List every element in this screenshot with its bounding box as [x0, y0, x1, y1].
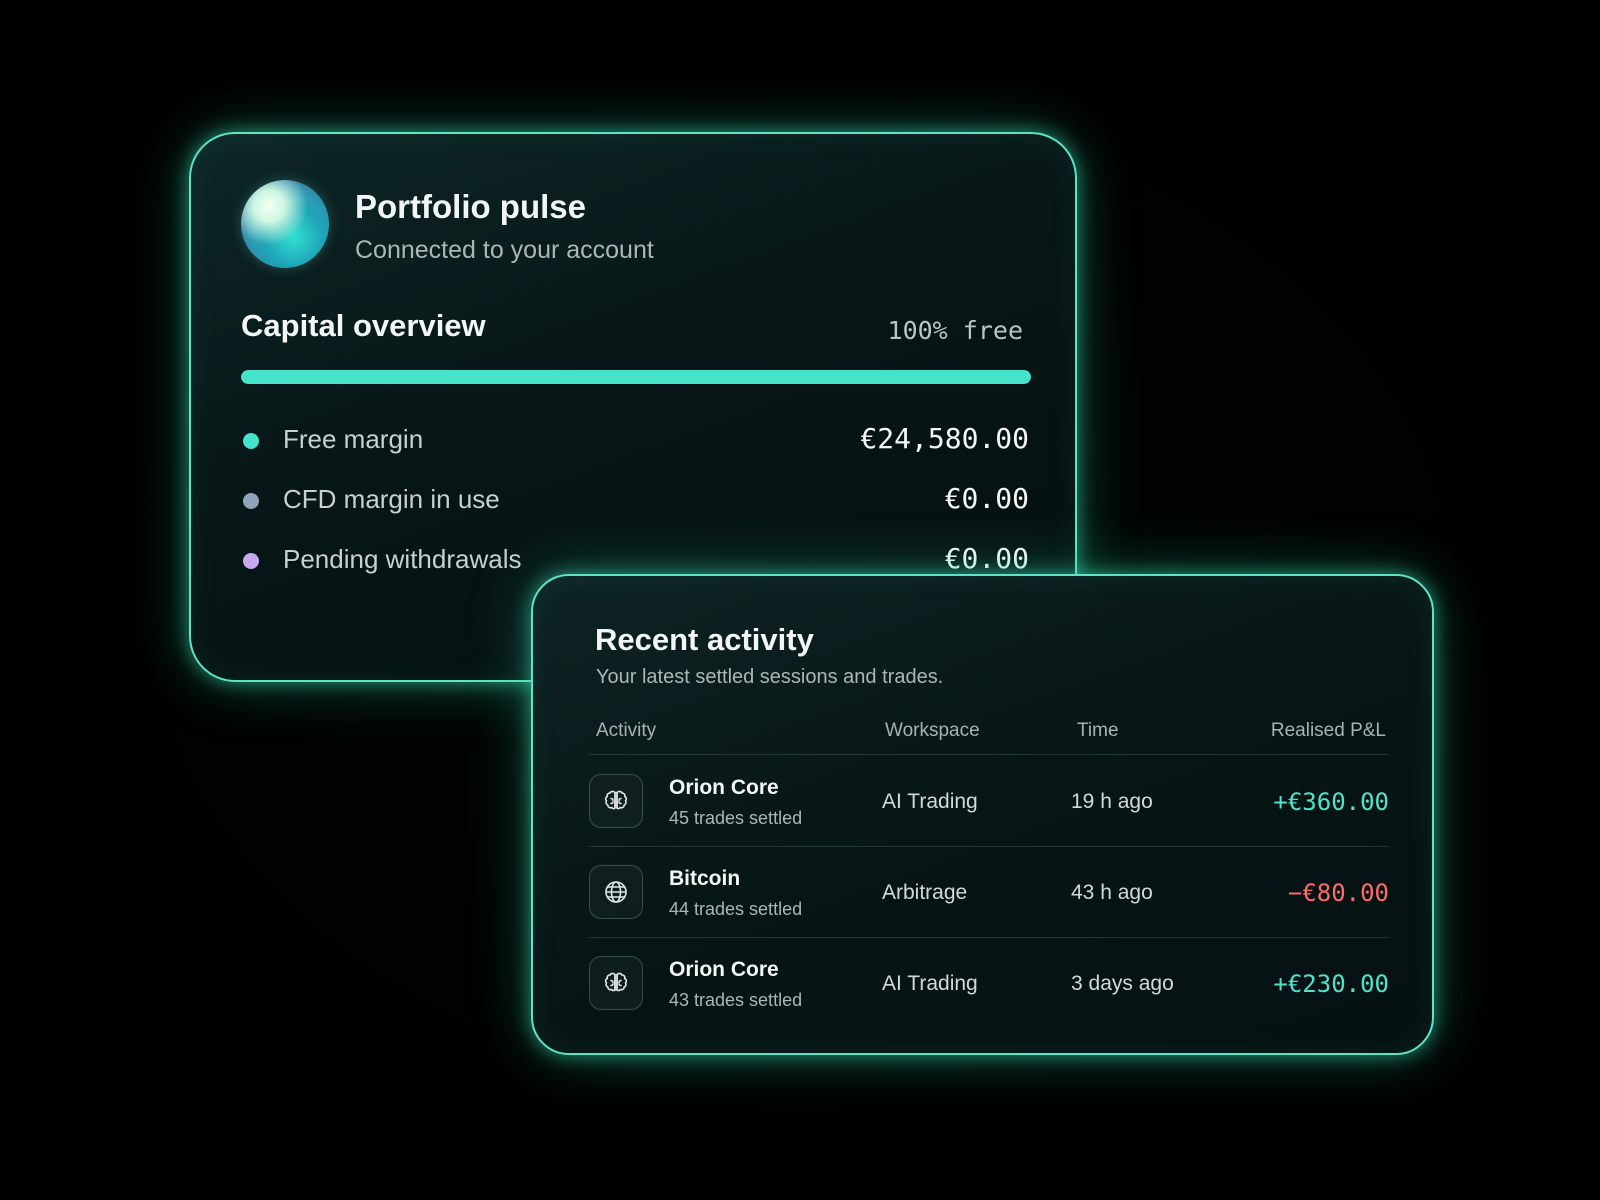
- activity-detail: 45 trades settled: [669, 808, 803, 828]
- brain-icon: [589, 774, 643, 828]
- free-margin-dot: [243, 433, 259, 449]
- activity-name: Orion Core: [669, 958, 779, 981]
- activity-workspace: AI Trading: [882, 972, 978, 995]
- activity-workspace: Arbitrage: [882, 881, 968, 904]
- globe-icon: [589, 865, 643, 919]
- portfolio-subtitle: Connected to your account: [355, 236, 654, 264]
- row-divider: [589, 754, 1389, 755]
- table-row[interactable]: Orion Core 43 trades settled AI Trading …: [589, 938, 1389, 1028]
- cfd-margin-dot: [243, 493, 259, 509]
- margin-value: €24,580.00: [860, 422, 1029, 455]
- margin-label: Pending withdrawals: [283, 544, 522, 574]
- portfolio-orb-avatar: [241, 180, 329, 268]
- margin-value: €0.00: [944, 482, 1029, 515]
- margin-row-cfd: CFD margin in use €0.00: [241, 480, 1029, 520]
- activity-name: Orion Core: [669, 776, 779, 799]
- margin-label: CFD margin in use: [283, 484, 500, 514]
- activity-pnl: +€360.00: [1273, 788, 1389, 816]
- column-header-time: Time: [1077, 720, 1119, 741]
- margin-label: Free margin: [283, 424, 424, 454]
- table-row[interactable]: Bitcoin 44 trades settled Arbitrage 43 h…: [589, 847, 1389, 937]
- capital-progress-bar: [241, 370, 1031, 384]
- activity-time: 3 days ago: [1071, 972, 1174, 995]
- capital-progress-fill: [241, 370, 1031, 384]
- stage: Portfolio pulse Connected to your accoun…: [0, 0, 1600, 1200]
- capital-free-percent: 100% free: [887, 316, 1023, 345]
- pending-withdrawals-dot: [243, 553, 259, 569]
- activity-subtitle: Your latest settled sessions and trades.: [596, 666, 944, 688]
- column-header-workspace: Workspace: [885, 720, 980, 741]
- column-header-pnl: Realised P&L: [1270, 720, 1386, 741]
- activity-title: Recent activity: [595, 622, 814, 657]
- margin-value: €0.00: [944, 542, 1029, 575]
- recent-activity-card: Recent activity Your latest settled sess…: [531, 574, 1434, 1055]
- brain-icon: [589, 956, 643, 1010]
- column-header-activity: Activity: [596, 720, 657, 741]
- activity-pnl: −€80.00: [1287, 879, 1389, 907]
- activity-detail: 44 trades settled: [669, 899, 803, 919]
- table-row[interactable]: Orion Core 45 trades settled AI Trading …: [589, 756, 1389, 846]
- capital-overview-title: Capital overview: [241, 308, 486, 343]
- activity-time: 43 h ago: [1071, 881, 1153, 904]
- activity-name: Bitcoin: [669, 867, 741, 890]
- portfolio-title: Portfolio pulse: [355, 188, 586, 225]
- activity-workspace: AI Trading: [882, 790, 978, 813]
- activity-time: 19 h ago: [1071, 790, 1153, 813]
- activity-detail: 43 trades settled: [669, 990, 803, 1010]
- activity-pnl: +€230.00: [1273, 970, 1389, 998]
- margin-row-free: Free margin €24,580.00: [241, 420, 1029, 460]
